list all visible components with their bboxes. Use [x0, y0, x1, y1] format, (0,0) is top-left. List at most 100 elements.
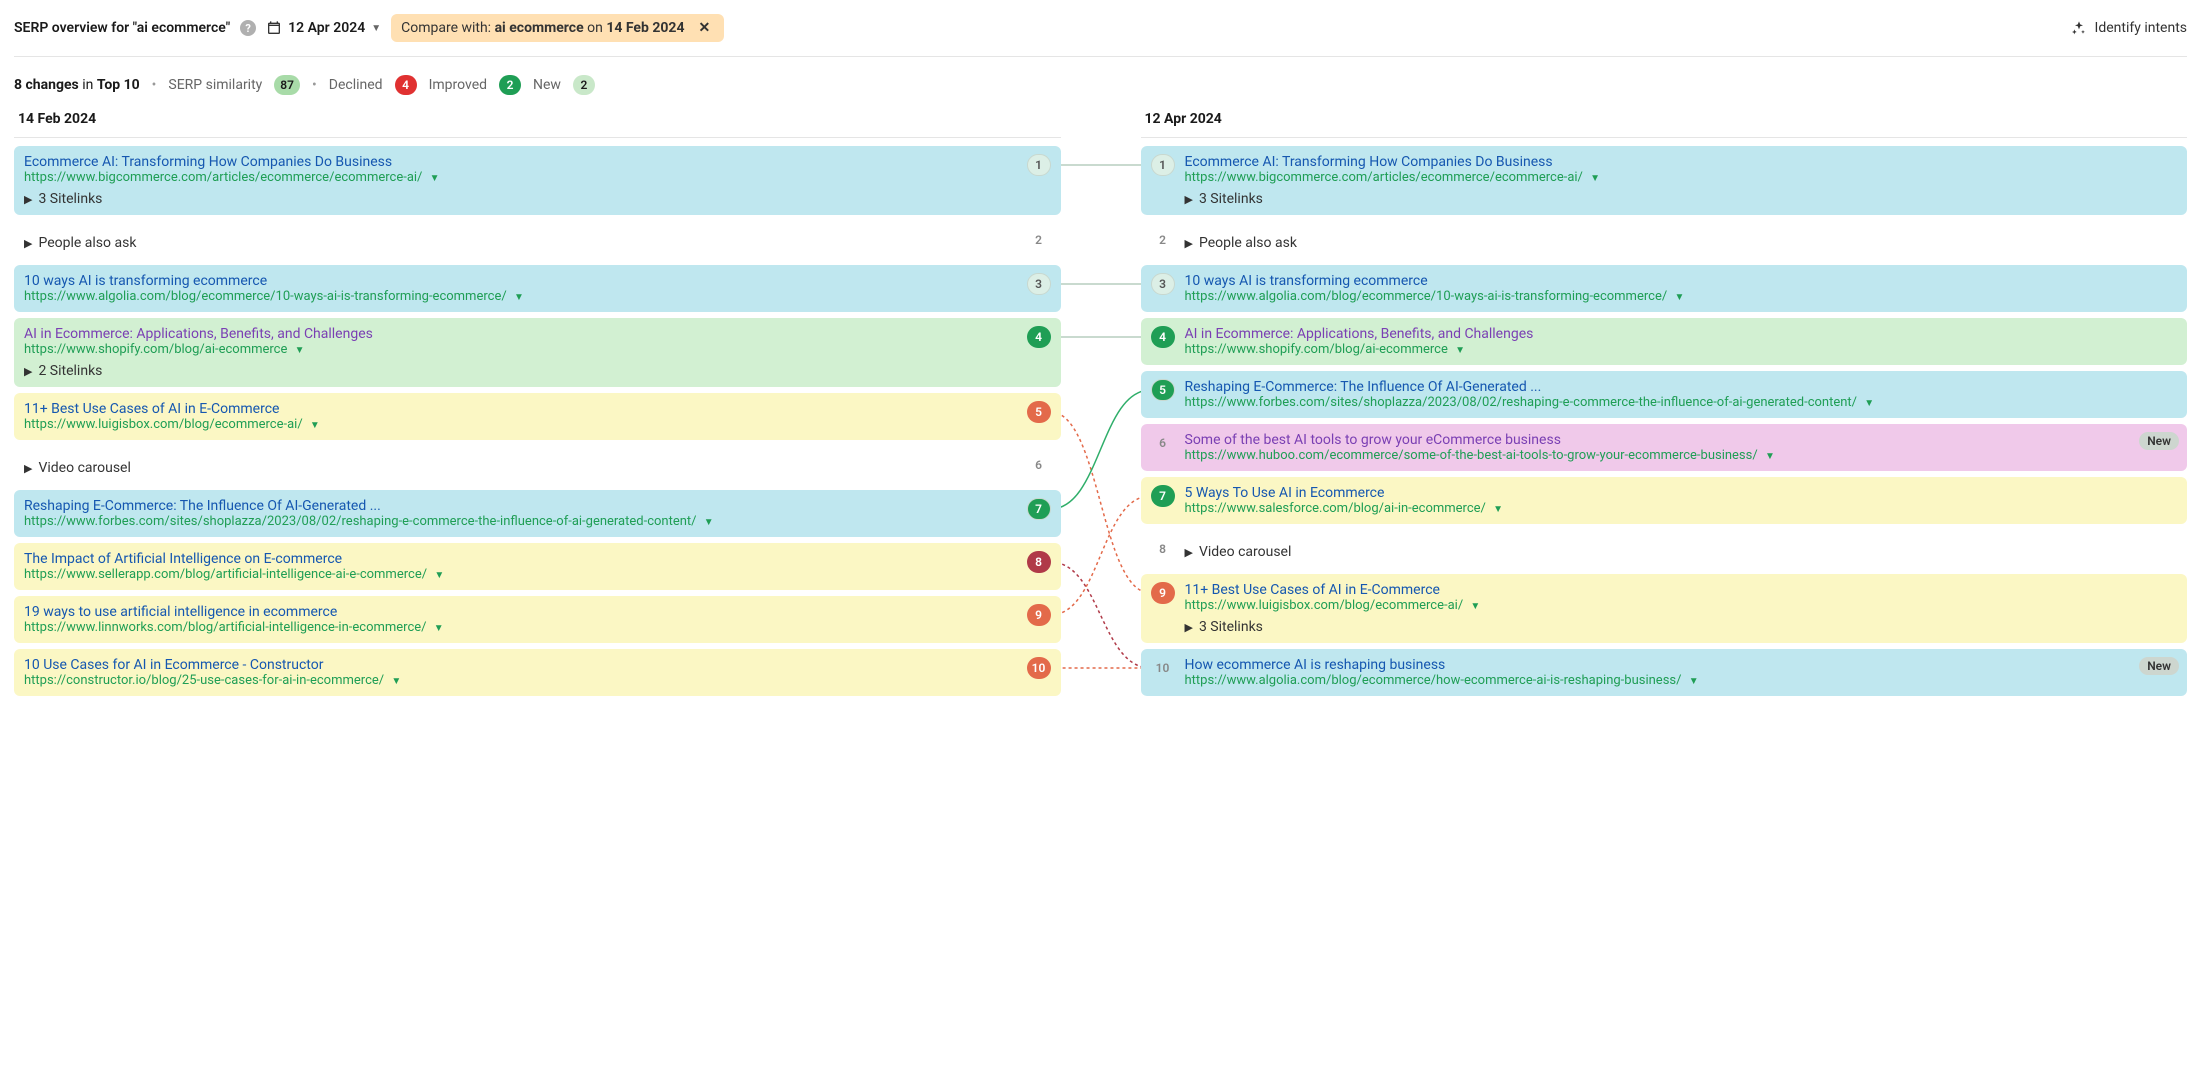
new-value: 2: [573, 75, 595, 95]
close-compare-button[interactable]: ✕: [694, 20, 714, 36]
sitelinks-toggle[interactable]: ▶3 Sitelinks: [24, 191, 1017, 207]
summary-bar: 8 changes in Top 10 • SERP similarity 87…: [14, 57, 2187, 111]
serp-row[interactable]: 2▶People also ask: [14, 221, 1061, 259]
result-url[interactable]: https://www.shopify.com/blog/ai-ecommerc…: [1185, 342, 2178, 357]
result-title[interactable]: AI in Ecommerce: Applications, Benefits,…: [1185, 326, 2178, 342]
compare-prefix: Compare with:: [401, 20, 494, 36]
serp-row[interactable]: 911+ Best Use Cases of AI in E-Commerceh…: [1141, 574, 2188, 643]
serp-feature-label[interactable]: ▶People also ask: [24, 235, 1017, 251]
result-title[interactable]: Ecommerce AI: Transforming How Companies…: [24, 154, 1017, 170]
serp-row[interactable]: 4AI in Ecommerce: Applications, Benefits…: [1141, 318, 2188, 365]
improved-label: Improved: [429, 77, 487, 93]
result-title[interactable]: 11+ Best Use Cases of AI in E-Commerce: [1185, 582, 2178, 598]
serp-row[interactable]: 1 Ecommerce AI: Transforming How Companie…: [14, 146, 1061, 215]
date-picker[interactable]: 12 Apr 2024 ▼: [266, 20, 381, 36]
result-title[interactable]: 10 ways AI is transforming ecommerce: [24, 273, 1017, 289]
serp-row[interactable]: 310 ways AI is transforming ecommercehtt…: [14, 265, 1061, 312]
sitelinks-toggle[interactable]: ▶2 Sitelinks: [24, 363, 1017, 379]
serp-row-body: 11+ Best Use Cases of AI in E-Commerceht…: [24, 401, 1017, 432]
rank-badge: 9: [1027, 604, 1051, 626]
result-title[interactable]: 10 ways AI is transforming ecommerce: [1185, 273, 2178, 289]
serp-row[interactable]: 8The Impact of Artificial Intelligence o…: [14, 543, 1061, 590]
serp-row[interactable]: 4AI in Ecommerce: Applications, Benefits…: [14, 318, 1061, 387]
result-url[interactable]: https://www.salesforce.com/blog/ai-in-ec…: [1185, 501, 2178, 516]
serp-row-body: Reshaping E-Commerce: The Influence Of A…: [1185, 379, 2178, 410]
result-url[interactable]: https://www.bigcommerce.com/articles/eco…: [24, 170, 1017, 185]
result-title[interactable]: Some of the best AI tools to grow your e…: [1185, 432, 2178, 448]
page-title: SERP overview for ai ecommerce: [14, 20, 230, 36]
serp-feature-label[interactable]: ▶Video carousel: [1185, 544, 2178, 560]
result-title[interactable]: Ecommerce AI: Transforming How Companies…: [1185, 154, 2178, 170]
rank-badge: 1: [1027, 154, 1051, 176]
identify-intents-button[interactable]: Identify intents: [2071, 20, 2187, 36]
serp-row[interactable]: 2 ▶People also ask: [1141, 221, 2188, 259]
serp-row[interactable]: 1 Ecommerce AI: Transforming How Companie…: [1141, 146, 2188, 215]
serp-row-body: Ecommerce AI: Transforming How Companies…: [1185, 154, 2178, 207]
columns: 14 Feb 2024 1Ecommerce AI: Transforming …: [14, 111, 2187, 696]
chevron-down-icon: ▼: [434, 623, 444, 634]
result-title[interactable]: The Impact of Artificial Intelligence on…: [24, 551, 1017, 567]
help-icon[interactable]: ?: [240, 20, 256, 36]
result-url[interactable]: https://www.bigcommerce.com/articles/eco…: [1185, 170, 2178, 185]
result-url[interactable]: https://www.huboo.com/ecommerce/some-of-…: [1185, 448, 2178, 463]
result-title[interactable]: AI in Ecommerce: Applications, Benefits,…: [24, 326, 1017, 342]
result-url[interactable]: https://www.sellerapp.com/blog/artificia…: [24, 567, 1017, 582]
serp-row-body: Ecommerce AI: Transforming How Companies…: [24, 154, 1017, 207]
result-title[interactable]: 11+ Best Use Cases of AI in E-Commerce: [24, 401, 1017, 417]
serp-row[interactable]: 511+ Best Use Cases of AI in E-Commerceh…: [14, 393, 1061, 440]
result-title[interactable]: 10 Use Cases for AI in Ecommerce - Const…: [24, 657, 1017, 673]
serp-row[interactable]: 7Reshaping E-Commerce: The Influence Of …: [14, 490, 1061, 537]
rank-badge: 10: [1027, 657, 1051, 679]
serp-row[interactable]: 10How ecommerce AI is reshaping business…: [1141, 649, 2188, 696]
serp-row[interactable]: 9 19 ways to use artificial intelligence …: [14, 596, 1061, 643]
serp-feature-label[interactable]: ▶Video carousel: [24, 460, 1017, 476]
result-title[interactable]: Reshaping E-Commerce: The Influence Of A…: [1185, 379, 2178, 395]
compare-date: 14 Feb 2024: [606, 20, 684, 36]
rank-badge: 2: [1151, 229, 1175, 251]
result-title[interactable]: How ecommerce AI is reshaping business: [1185, 657, 2178, 673]
result-url[interactable]: https://constructor.io/blog/25-use-cases…: [24, 673, 1017, 688]
result-url[interactable]: https://www.forbes.com/sites/shoplazza/2…: [1185, 395, 2178, 410]
result-url[interactable]: https://www.linnworks.com/blog/artificia…: [24, 620, 1017, 635]
serp-row[interactable]: 6 Some of the best AI tools to grow your …: [1141, 424, 2188, 471]
serp-row-body: How ecommerce AI is reshaping businessht…: [1185, 657, 2178, 688]
serp-row-body: Reshaping E-Commerce: The Influence Of A…: [24, 498, 1017, 529]
result-url[interactable]: https://www.shopify.com/blog/ai-ecommerc…: [24, 342, 1017, 357]
compare-keyword: ai ecommerce: [495, 20, 584, 36]
result-title[interactable]: 5 Ways To Use AI in Ecommerce: [1185, 485, 2178, 501]
result-title[interactable]: Reshaping E-Commerce: The Influence Of A…: [24, 498, 1017, 514]
chevron-down-icon: ▼: [430, 173, 440, 184]
sitelinks-toggle[interactable]: ▶3 Sitelinks: [1185, 619, 2178, 635]
rank-badge: 6: [1027, 454, 1051, 476]
compare-chip: Compare with: ai ecommerce on 14 Feb 202…: [391, 14, 724, 42]
result-url[interactable]: https://www.luigisbox.com/blog/ecommerce…: [1185, 598, 2178, 613]
result-url[interactable]: https://www.luigisbox.com/blog/ecommerce…: [24, 417, 1017, 432]
chevron-down-icon: ▼: [434, 570, 444, 581]
result-url[interactable]: https://www.forbes.com/sites/shoplazza/2…: [24, 514, 1017, 529]
serp-row[interactable]: 6 ▶Video carousel: [14, 446, 1061, 484]
chevron-down-icon: ▼: [514, 292, 524, 303]
rank-badge: 1: [1151, 154, 1175, 176]
serp-row[interactable]: 310 ways AI is transforming ecommercehtt…: [1141, 265, 2188, 312]
result-title[interactable]: 19 ways to use artificial intelligence i…: [24, 604, 1017, 620]
serp-row-body: The Impact of Artificial Intelligence on…: [24, 551, 1017, 582]
result-url[interactable]: https://www.algolia.com/blog/ecommerce/1…: [24, 289, 1017, 304]
result-url[interactable]: https://www.algolia.com/blog/ecommerce/h…: [1185, 673, 2178, 688]
serp-feature-label[interactable]: ▶People also ask: [1185, 235, 2178, 251]
chevron-down-icon: ▼: [1590, 173, 1600, 184]
sparkle-icon: [2071, 20, 2087, 36]
chevron-down-icon: ▼: [295, 345, 305, 356]
serp-row[interactable]: 75 Ways To Use AI in Ecommercehttps://ww…: [1141, 477, 2188, 524]
rank-badge: 6: [1151, 432, 1175, 454]
serp-row[interactable]: 5Reshaping E-Commerce: The Influence Of …: [1141, 371, 2188, 418]
chevron-down-icon: ▼: [704, 517, 714, 528]
serp-row-body: ▶Video carousel: [1185, 538, 2178, 560]
identify-intents-label: Identify intents: [2095, 20, 2187, 36]
serp-row[interactable]: 10 10 Use Cases for AI in Ecommerce - Con…: [14, 649, 1061, 696]
result-url[interactable]: https://www.algolia.com/blog/ecommerce/1…: [1185, 289, 2178, 304]
chevron-down-icon: ▼: [1455, 345, 1465, 356]
serp-row-body: 5 Ways To Use AI in Ecommercehttps://www…: [1185, 485, 2178, 516]
serp-row[interactable]: 8▶Video carousel: [1141, 530, 2188, 568]
sitelinks-toggle[interactable]: ▶3 Sitelinks: [1185, 191, 2178, 207]
declined-value: 4: [395, 75, 417, 95]
